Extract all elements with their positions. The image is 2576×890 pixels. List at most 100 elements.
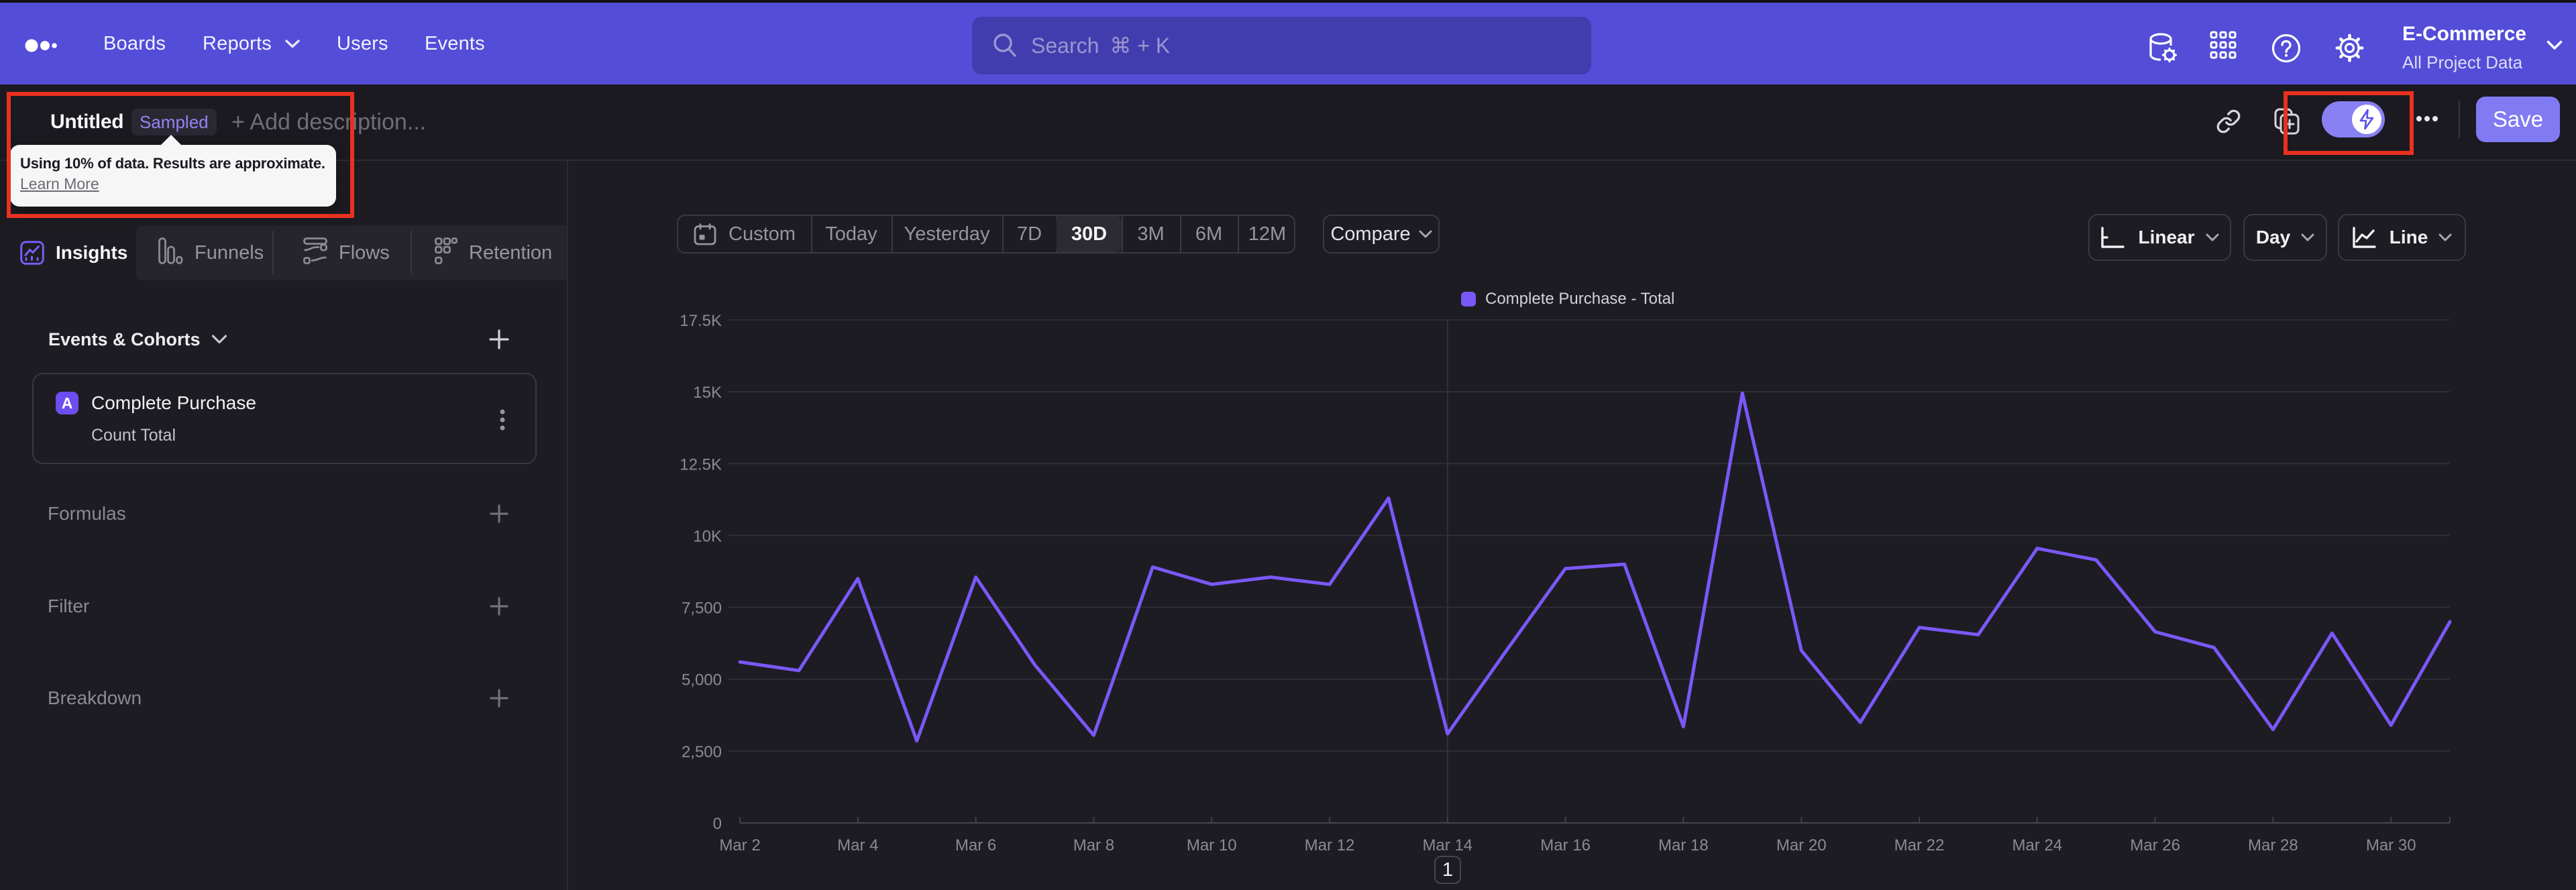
flows-icon [303, 237, 327, 264]
svg-text:Mar 24: Mar 24 [2012, 836, 2062, 854]
section-title: Events & Cohorts [48, 329, 201, 349]
tab-funnels[interactable]: Funnels [136, 225, 273, 280]
save-button[interactable]: Save [2476, 97, 2560, 142]
plus-icon [489, 329, 509, 349]
range-label: 7D [1016, 223, 1042, 245]
calendar-icon [694, 223, 716, 245]
funnels-icon [158, 237, 183, 264]
scale-label: Linear [2138, 227, 2195, 247]
range-label: 6M [1195, 223, 1223, 245]
plus-icon [490, 689, 508, 708]
chart-legend[interactable]: Complete Purchase - Total [1461, 290, 1674, 309]
range-today[interactable]: Today [811, 216, 892, 252]
more-options-icon[interactable] [2416, 115, 2438, 122]
add-event-button[interactable] [480, 321, 518, 358]
range-label: 12M [1248, 223, 1287, 245]
nav-item-label: Users [337, 32, 388, 54]
mixpanel-insights-app: Boards Reports Users Events Search ⌘ + K [0, 0, 2576, 890]
plus-icon [490, 504, 508, 523]
insights-icon [20, 241, 44, 265]
range-7d[interactable]: 7D [1002, 216, 1057, 252]
svg-text:17.5K: 17.5K [680, 312, 722, 330]
nav-item-events[interactable]: Events [425, 3, 485, 85]
chart-type-label: Line [2389, 227, 2428, 247]
report-tabs: Insights Funnels Flows Retention [0, 225, 567, 280]
sidebar-divider [567, 161, 568, 890]
interval-selector[interactable]: Day [2243, 214, 2327, 261]
range-label: 30D [1071, 223, 1108, 245]
flash-sampling-toggle[interactable] [2322, 101, 2385, 137]
line-chart-icon [2353, 226, 2376, 248]
add-formula-button[interactable] [480, 495, 518, 533]
retention-icon [435, 237, 458, 264]
tooltip-learn-more-link[interactable]: Learn More [20, 174, 99, 194]
project-chevron-down-icon[interactable] [2546, 40, 2563, 50]
svg-text:Mar 30: Mar 30 [2366, 836, 2416, 854]
range-yesterday[interactable]: Yesterday [892, 216, 1002, 252]
range-30d[interactable]: 30D [1057, 216, 1122, 252]
svg-text:Mar 16: Mar 16 [1540, 836, 1591, 854]
share-link-icon[interactable] [2216, 109, 2241, 134]
tab-insights[interactable]: Insights [0, 225, 136, 280]
sampled-badge[interactable]: Sampled [131, 109, 217, 135]
nav-item-reports[interactable]: Reports [203, 3, 300, 85]
add-breakdown-button[interactable] [480, 679, 518, 717]
sampling-tooltip: Using 10% of data. Results are approxima… [10, 135, 336, 207]
nav-item-users[interactable]: Users [337, 3, 388, 85]
pagination-page-1[interactable]: 1 [1434, 856, 1461, 884]
scale-selector[interactable]: Linear [2088, 214, 2231, 261]
top-nav: Boards Reports Users Events Search ⌘ + K [0, 3, 2576, 85]
svg-text:Mar 2: Mar 2 [719, 836, 760, 854]
svg-text:Mar 28: Mar 28 [2248, 836, 2298, 854]
plus-icon [490, 597, 508, 616]
help-icon[interactable] [2271, 34, 2301, 63]
search-shortcut: ⌘ + K [1110, 34, 1171, 58]
nav-item-boards[interactable]: Boards [103, 3, 166, 85]
copy-to-board-icon[interactable] [2274, 108, 2300, 135]
event-card[interactable]: A Complete Purchase Count Total [32, 373, 537, 464]
chevron-down-icon [2206, 233, 2219, 241]
chevron-down-icon [2301, 233, 2314, 241]
section-chevron-down-icon [211, 335, 227, 344]
tooltip-message: Using 10% of data. Results are approxima… [20, 155, 325, 172]
range-label: 3M [1137, 223, 1165, 245]
project-scope: All Project Data [2402, 52, 2523, 72]
tab-retention[interactable]: Retention [411, 225, 567, 280]
header-divider [2459, 101, 2460, 138]
tab-flows[interactable]: Flows [273, 225, 411, 280]
svg-text:Mar 26: Mar 26 [2130, 836, 2180, 854]
range-label: Today [825, 223, 877, 245]
add-filter-button[interactable] [480, 588, 518, 625]
apps-grid-icon[interactable] [2210, 31, 2237, 60]
range-label: Custom [729, 223, 796, 245]
svg-text:Mar 18: Mar 18 [1658, 836, 1709, 854]
event-kebab-menu-icon[interactable] [499, 408, 506, 431]
chevron-down-icon [1419, 230, 1432, 238]
project-name: E-Commerce [2402, 23, 2527, 45]
chevron-down-icon [285, 39, 300, 48]
event-metric[interactable]: Count Total [91, 426, 176, 445]
range-custom[interactable]: Custom [678, 216, 811, 252]
legend-label: Complete Purchase - Total [1485, 290, 1675, 308]
range-3m[interactable]: 3M [1122, 216, 1180, 252]
data-management-icon[interactable] [2147, 32, 2179, 66]
svg-text:15K: 15K [693, 384, 722, 402]
search-input[interactable]: Search ⌘ + K [972, 17, 1591, 74]
section-label: Breakdown [48, 687, 142, 708]
svg-text:Mar 10: Mar 10 [1187, 836, 1237, 854]
event-name: Complete Purchase [91, 392, 256, 413]
svg-text:Mar 22: Mar 22 [1894, 836, 1945, 854]
section-label: Filter [48, 596, 90, 616]
events-cohorts-header[interactable]: Events & Cohorts [48, 321, 518, 358]
project-switcher[interactable]: E-Commerce All Project Data [2402, 23, 2526, 73]
mixpanel-logo[interactable] [24, 38, 62, 55]
settings-gear-icon[interactable] [2334, 33, 2365, 63]
svg-text:Mar 20: Mar 20 [1776, 836, 1827, 854]
compare-label: Compare [1330, 223, 1411, 245]
toggle-knob [2352, 105, 2381, 134]
compare-button[interactable]: Compare [1323, 215, 1440, 254]
chart-type-selector[interactable]: Line [2338, 214, 2466, 261]
range-12m[interactable]: 12M [1238, 216, 1297, 252]
range-6m[interactable]: 6M [1180, 216, 1238, 252]
range-label: Yesterday [904, 223, 990, 245]
